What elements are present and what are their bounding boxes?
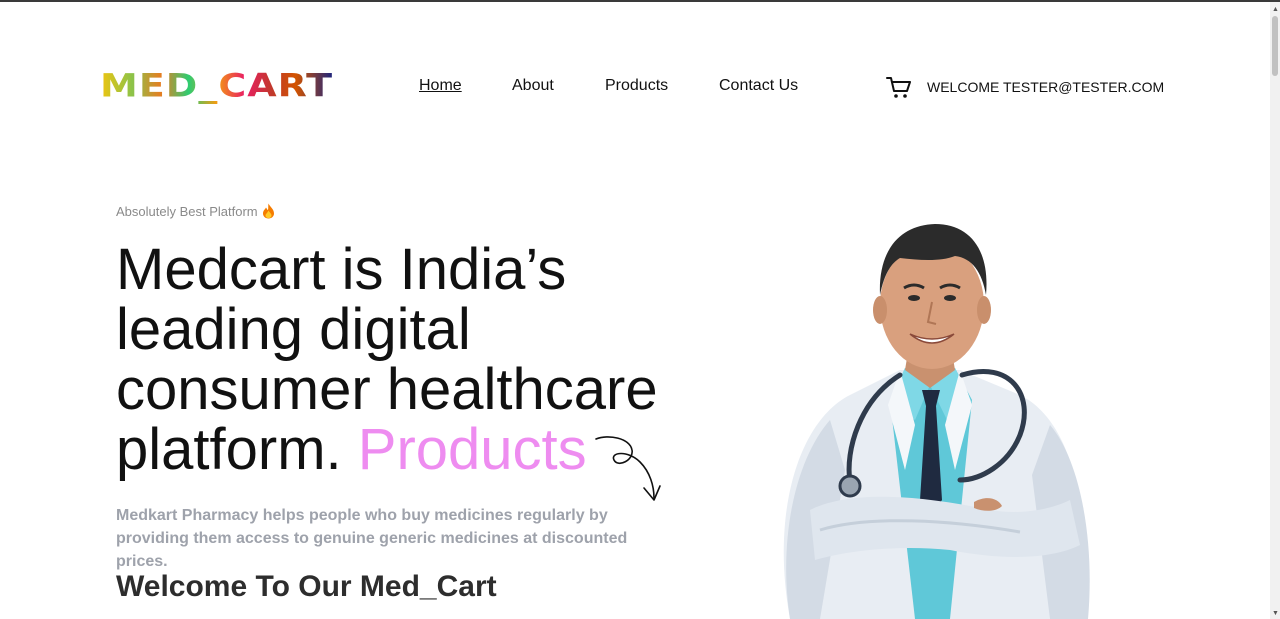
welcome-user-text: WELCOME TESTER@TESTER.COM — [927, 79, 1165, 95]
nav-contact-link[interactable]: Contact Us — [719, 77, 798, 95]
hero-description: Medkart Pharmacy helps people who buy me… — [116, 507, 628, 570]
welcome-heading: Welcome To Our Med_Cart — [116, 570, 497, 603]
brand-logo[interactable]: MED_CART — [100, 66, 333, 105]
fire-icon — [263, 203, 274, 219]
scrollbar-thumb[interactable] — [1272, 16, 1278, 76]
nav-products-link[interactable]: Products — [605, 77, 668, 95]
hero-headline-accent: Products — [357, 417, 587, 482]
nav-about-link[interactable]: About — [512, 77, 554, 95]
shopping-cart-icon[interactable] — [886, 74, 912, 100]
page-scrollbar[interactable]: ▲ ▼ — [1270, 2, 1280, 619]
window-top-border — [0, 0, 1280, 2]
doctor-illustration — [783, 224, 1090, 619]
scroll-up-icon[interactable]: ▲ — [1272, 6, 1279, 13]
nav-home-link[interactable]: Home — [419, 77, 462, 95]
hero-tagline: Absolutely Best Platform — [116, 204, 258, 219]
curved-arrow-icon — [595, 436, 661, 501]
scroll-down-icon[interactable]: ▼ — [1272, 610, 1279, 617]
